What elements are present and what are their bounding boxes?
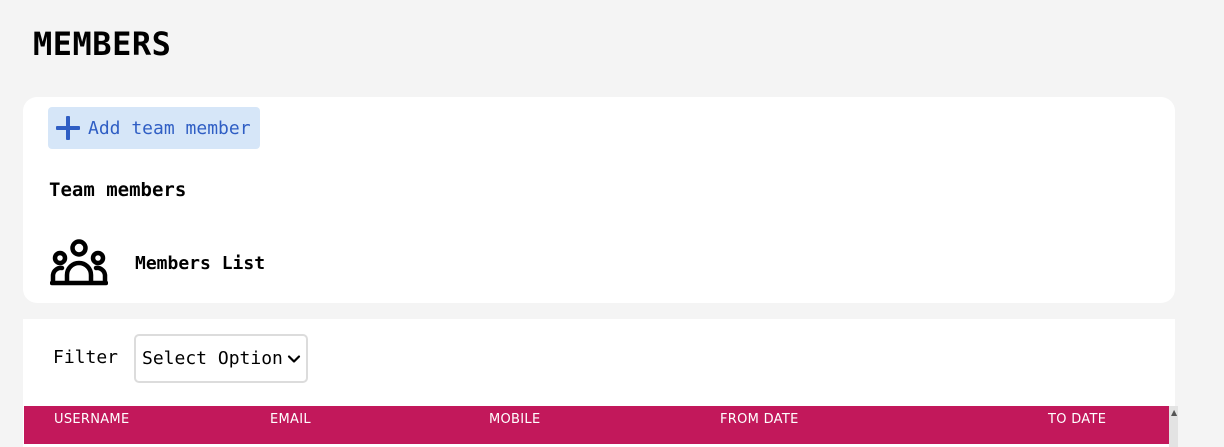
column-header-email[interactable]: EMAIL (270, 412, 311, 427)
team-members-heading: Team members (49, 179, 187, 201)
column-header-username[interactable]: USERNAME (54, 412, 129, 427)
column-header-to-date[interactable]: TO DATE (1048, 412, 1106, 427)
scroll-up-arrow-icon[interactable]: ▲ (1171, 409, 1177, 417)
filter-label: Filter (53, 347, 119, 368)
column-header-mobile[interactable]: MOBILE (489, 412, 540, 427)
users-group-icon (50, 239, 108, 286)
members-list-link[interactable]: Members List (50, 237, 265, 289)
members-list-label: Members List (135, 252, 266, 274)
chevron-down-icon (287, 354, 300, 363)
add-team-member-label: Add team member (88, 117, 251, 139)
filter-select[interactable]: Select Option (134, 334, 308, 383)
table-header: USERNAME EMAIL MOBILE FROM DATE TO DATE (24, 406, 1169, 444)
page-title: MEMBERS (33, 25, 172, 63)
plus-icon (56, 116, 80, 140)
team-card: Add team member Team members Members Lis… (23, 97, 1175, 303)
column-header-from-date[interactable]: FROM DATE (720, 412, 799, 427)
filter-select-value: Select Option (142, 348, 283, 369)
add-team-member-button[interactable]: Add team member (48, 107, 260, 149)
